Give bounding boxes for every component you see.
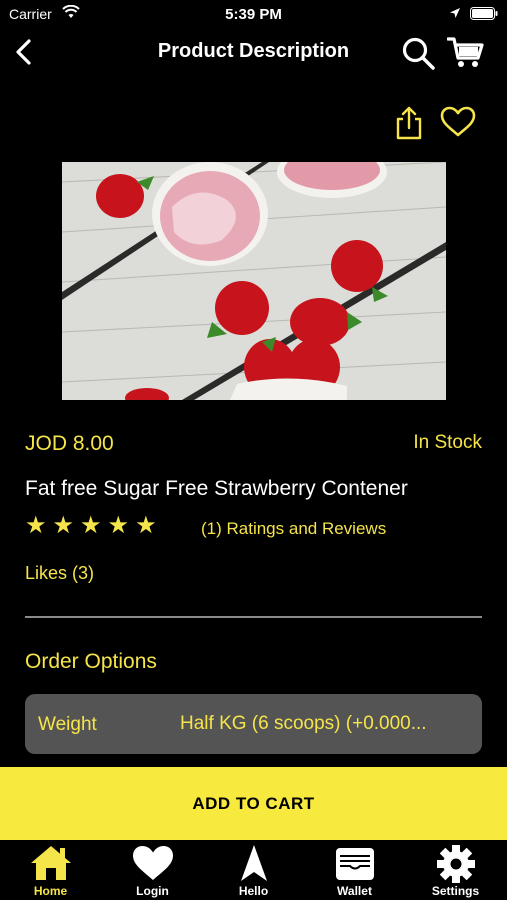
- home-icon: [0, 844, 101, 887]
- product-name: Fat free Sugar Free Strawberry Contener: [25, 477, 408, 500]
- tab-hello[interactable]: Hello: [203, 840, 304, 900]
- location-icon: [449, 6, 461, 22]
- cart-button[interactable]: [446, 36, 485, 75]
- divider: [25, 616, 482, 618]
- navigation-arrow-icon: [203, 844, 304, 887]
- likes-count: Likes (3): [25, 563, 95, 583]
- option-label: Weight: [38, 714, 97, 735]
- tab-login-label: Login: [136, 884, 169, 898]
- share-icon: [396, 106, 422, 140]
- add-to-cart-button[interactable]: ADD TO CART: [0, 767, 507, 840]
- product-image: [62, 162, 446, 400]
- add-to-cart-label: ADD TO CART: [192, 793, 315, 813]
- share-button[interactable]: [393, 106, 425, 145]
- tab-login[interactable]: Login: [102, 840, 203, 900]
- option-value: Half KG (6 scoops) (+0.000...: [180, 713, 427, 734]
- tab-wallet-label: Wallet: [337, 884, 372, 898]
- ratings-reviews-link[interactable]: (1) Ratings and Reviews: [201, 519, 386, 539]
- search-icon: [402, 37, 435, 70]
- status-time: 5:39 PM: [225, 6, 282, 23]
- heart-icon: [102, 844, 203, 887]
- search-button[interactable]: [401, 36, 437, 77]
- product-price: JOD 8.00: [25, 432, 114, 455]
- tab-wallet[interactable]: Wallet: [304, 840, 405, 900]
- tab-home-label: Home: [33, 884, 68, 898]
- tab-settings[interactable]: Settings: [405, 840, 506, 900]
- tab-bar: Home Login Hello Wallet Settings: [0, 840, 507, 900]
- tab-settings-label: Settings: [431, 884, 480, 898]
- stock-status: In Stock: [413, 432, 482, 453]
- order-options-heading: Order Options: [25, 650, 157, 673]
- status-bar: Carrier 5:39 PM: [0, 0, 507, 28]
- tab-home[interactable]: Home: [0, 840, 101, 900]
- wallet-icon: [304, 844, 405, 887]
- tab-hello-label: Hello: [238, 884, 269, 898]
- cart-icon: [446, 37, 484, 67]
- weight-option-selector[interactable]: Weight Half KG (6 scoops) (+0.000...: [25, 694, 482, 754]
- battery-icon: [470, 7, 498, 23]
- gear-icon: [405, 844, 506, 889]
- star-rating: ★★★★★: [25, 512, 163, 539]
- heart-outline-icon: [440, 106, 476, 137]
- favorite-button[interactable]: [440, 106, 476, 143]
